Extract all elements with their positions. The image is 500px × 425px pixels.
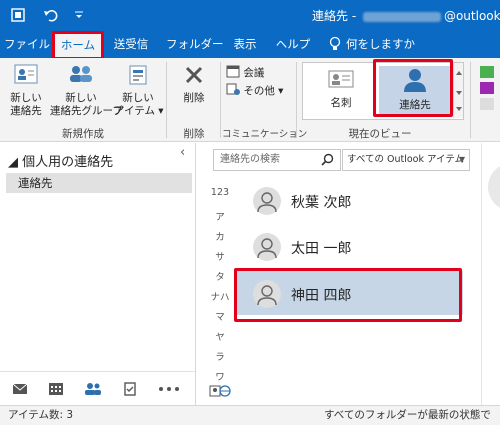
- delete-label: 削除: [183, 92, 205, 104]
- reading-pane: [481, 143, 500, 405]
- tell-me-search[interactable]: 何をしますか: [346, 30, 415, 58]
- view-people-button[interactable]: 連絡先: [379, 66, 451, 116]
- title-suffix: @outlook.j: [443, 9, 500, 23]
- index-letter[interactable]: サ: [207, 249, 233, 263]
- tasks-icon[interactable]: [122, 382, 138, 396]
- meeting-button[interactable]: 会議: [226, 64, 290, 82]
- index-letter[interactable]: ワ: [207, 369, 233, 383]
- global-index-icon[interactable]: [209, 384, 231, 401]
- new-contact-button[interactable]: 新しい 連絡先: [4, 62, 48, 118]
- new-items-label: 新しい アイテム ▾: [114, 92, 164, 117]
- ribbon-tabs: ファイル ホーム 送受信 フォルダー 表示 ヘルプ 何をしますか: [0, 30, 500, 58]
- redacted-email: [362, 11, 441, 22]
- index-letter[interactable]: 123: [207, 187, 233, 198]
- index-letter[interactable]: ヤ: [207, 329, 233, 343]
- mail-icon[interactable]: [12, 382, 28, 396]
- contact-item-selected[interactable]: 神田 四郎: [237, 271, 463, 315]
- more-button[interactable]: その他 ▾: [226, 82, 290, 100]
- avatar: [253, 187, 281, 215]
- tab-help[interactable]: ヘルプ: [272, 30, 314, 58]
- quick-access-dropdown-icon[interactable]: [74, 6, 84, 24]
- ribbon-divider: [470, 62, 471, 138]
- delete-x-icon: [181, 66, 207, 91]
- new-contact-label: 新しい 連絡先: [10, 92, 42, 117]
- collapse-pane-icon[interactable]: ‹: [180, 145, 185, 160]
- index-letter[interactable]: ア: [207, 209, 233, 223]
- chevron-down-icon: ▼: [458, 155, 465, 164]
- navigation-bar: [0, 371, 195, 405]
- search-scope-label: すべての Outlook アイテム: [347, 154, 465, 165]
- title-bar: 連絡先 - @outlook.j: [0, 0, 500, 30]
- more-options-icon: [226, 82, 240, 100]
- people-icon[interactable]: [84, 382, 101, 396]
- group-new-label: 新規作成: [62, 128, 104, 140]
- contact-name: 秋葉 次郎: [291, 195, 352, 211]
- window-title: 連絡先 - @outlook.j: [312, 7, 500, 24]
- tab-home[interactable]: ホーム: [55, 33, 101, 58]
- new-contact-group-label: 新しい 連絡先グループ: [50, 92, 123, 117]
- view-business-card-button[interactable]: 名刺: [305, 66, 377, 116]
- index-letter[interactable]: カ: [207, 229, 233, 243]
- new-items-icon: [124, 65, 152, 91]
- view-people-label: 連絡先: [399, 99, 431, 111]
- undo-icon[interactable]: [42, 6, 60, 24]
- contact-card-icon: [12, 64, 40, 91]
- person-icon: [399, 69, 431, 97]
- contact-name: 神田 四郎: [291, 288, 352, 304]
- contact-item[interactable]: 秋葉 次郎: [237, 178, 463, 222]
- new-items-button[interactable]: 新しい アイテム ▾: [114, 62, 164, 118]
- new-contact-group-button[interactable]: 新しい 連絡先グループ: [50, 62, 123, 118]
- tab-folder[interactable]: フォルダー: [166, 30, 224, 58]
- folder-pane: ◢ 個人用の連絡先 ‹ 連絡先: [0, 143, 196, 405]
- lightbulb-icon: [328, 30, 342, 58]
- tab-send-receive[interactable]: 送受信: [108, 30, 154, 58]
- index-letter[interactable]: ラ: [207, 349, 233, 363]
- status-bar: アイテム数: 3 すべてのフォルダーが最新の状態です。: [0, 405, 500, 425]
- ribbon-divider: [220, 62, 221, 138]
- gallery-scroll[interactable]: [453, 63, 463, 118]
- group-current-view-label: 現在のビュー: [348, 128, 412, 140]
- tab-view[interactable]: 表示: [228, 30, 262, 58]
- people-group-icon: [66, 66, 96, 91]
- contact-name: 太田 一郎: [291, 241, 352, 257]
- more-icon[interactable]: [158, 382, 180, 396]
- meeting-calendar-icon: [226, 64, 240, 82]
- tab-file[interactable]: ファイル: [4, 30, 50, 58]
- avatar: [253, 233, 281, 261]
- index-letter[interactable]: ナハ: [207, 289, 233, 303]
- addin-icon[interactable]: [478, 64, 496, 117]
- ribbon: 新しい 連絡先 新しい 連絡先グループ 新しい アイテム ▾ 新規作成 削除 削…: [0, 58, 500, 142]
- index-letter[interactable]: マ: [207, 309, 233, 323]
- contact-list-pane: 連絡先の検索 すべての Outlook アイテム ▼ 123 ア カ サ タ ナ…: [197, 143, 480, 405]
- item-count: アイテム数: 3: [8, 409, 74, 421]
- delete-button[interactable]: 削除: [172, 62, 216, 105]
- more-label: その他 ▾: [243, 85, 284, 97]
- ribbon-divider: [166, 62, 167, 138]
- sync-status: すべてのフォルダーが最新の状態です。: [324, 409, 491, 421]
- group-communication-label: コミュニケーション: [222, 129, 308, 140]
- group-delete-label: 削除: [183, 128, 205, 140]
- ribbon-divider: [296, 62, 297, 138]
- index-letter[interactable]: タ: [207, 269, 233, 283]
- my-contacts-header[interactable]: ◢ 個人用の連絡先: [8, 151, 113, 170]
- business-card-icon: [325, 70, 357, 95]
- contact-item[interactable]: 太田 一郎: [237, 224, 463, 268]
- view-business-card-label: 名刺: [330, 97, 352, 109]
- meeting-label: 会議: [243, 67, 265, 79]
- title-prefix: 連絡先 -: [312, 9, 360, 23]
- calendar-icon[interactable]: [48, 382, 64, 396]
- search-icon[interactable]: [321, 153, 334, 169]
- folder-item-contacts[interactable]: 連絡先: [6, 173, 192, 193]
- current-view-gallery: 名刺 連絡先: [302, 62, 464, 120]
- avatar: [253, 280, 281, 308]
- search-scope-dropdown[interactable]: すべての Outlook アイテム ▼: [342, 149, 470, 171]
- outlook-app-icon[interactable]: [10, 6, 28, 24]
